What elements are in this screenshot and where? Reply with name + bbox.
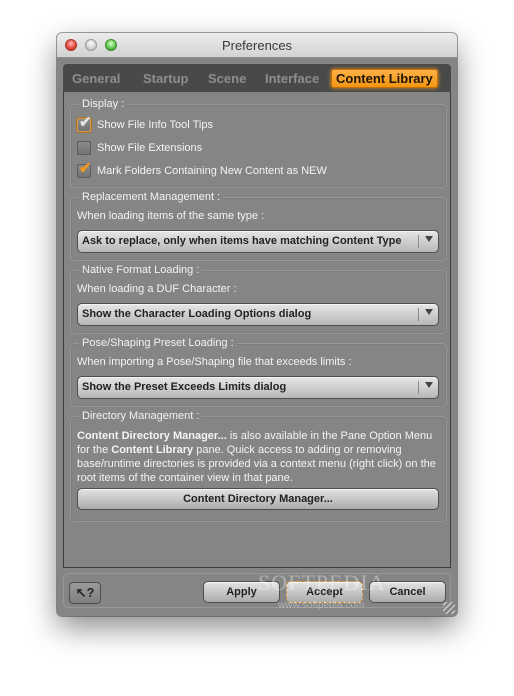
checkbox-label: Mark Folders Containing New Content as N… <box>97 165 327 177</box>
directory-description: Content Directory Manager... is also ava… <box>77 430 436 484</box>
replacement-selected-value: Ask to replace, only when items have mat… <box>82 235 402 247</box>
replacement-prompt: When loading items of the same type : <box>77 210 265 222</box>
combo-divider <box>418 381 419 394</box>
content-directory-manager-button[interactable]: Content Directory Manager... <box>77 488 439 510</box>
tab-scene[interactable]: Scene <box>203 69 251 88</box>
replacement-management-group: Replacement Management : When loading it… <box>70 190 447 261</box>
resize-grip-icon[interactable] <box>443 602 455 614</box>
help-pointer-icon: ↖? <box>75 585 95 600</box>
native-format-selected-value: Show the Character Loading Options dialo… <box>82 308 312 320</box>
chevron-down-icon <box>425 236 433 242</box>
combo-divider <box>418 235 419 248</box>
native-format-group-label: Native Format Loading : <box>79 263 203 277</box>
display-group: Display : ✔ Show File Info Tool Tips Sho… <box>70 97 447 188</box>
chevron-down-icon <box>425 309 433 315</box>
pose-preset-loading-group: Pose/Shaping Preset Loading : When impor… <box>70 336 447 407</box>
replacement-select[interactable]: Ask to replace, only when items have mat… <box>77 230 439 253</box>
show-file-extensions-checkbox[interactable] <box>77 141 91 155</box>
pose-preset-prompt: When importing a Pose/Shaping file that … <box>77 356 352 368</box>
tab-startup[interactable]: Startup <box>138 69 194 88</box>
show-file-extensions-option[interactable]: Show File Extensions <box>77 140 202 156</box>
display-group-label: Display : <box>79 97 128 111</box>
tab-interface[interactable]: Interface <box>260 69 324 88</box>
check-icon: ✔ <box>79 160 92 177</box>
mark-new-folders-checkbox[interactable]: ✔ <box>77 160 92 178</box>
content-library-bold: Content Library <box>111 444 194 456</box>
window-title: Preferences <box>221 38 293 53</box>
show-file-info-tooltips-option[interactable]: ✔ Show File Info Tool Tips <box>77 114 213 133</box>
tab-bar: General Startup Scene Interface Content … <box>63 64 451 92</box>
content-library-panel: Display : ✔ Show File Info Tool Tips Sho… <box>63 92 451 568</box>
combo-divider <box>418 308 419 321</box>
pose-preset-select[interactable]: Show the Preset Exceeds Limits dialog <box>77 376 439 399</box>
cancel-button[interactable]: Cancel <box>369 581 446 603</box>
directory-management-group: Directory Management : Content Directory… <box>70 409 447 522</box>
directory-group-label: Directory Management : <box>79 409 203 423</box>
replacement-group-label: Replacement Management : <box>79 190 224 204</box>
tab-content-library[interactable]: Content Library <box>331 69 438 88</box>
preferences-window: Preferences General Startup Scene Interf… <box>57 33 457 616</box>
directory-manager-bold: Content Directory Manager... <box>77 430 227 442</box>
checkbox-label: Show File Extensions <box>97 142 203 154</box>
whats-this-help-button[interactable]: ↖? <box>69 582 101 604</box>
dialog-footer: ↖? Apply Accept Cancel <box>63 573 451 608</box>
chevron-down-icon <box>425 382 433 388</box>
native-format-select[interactable]: Show the Character Loading Options dialo… <box>77 303 439 326</box>
apply-button[interactable]: Apply <box>203 581 280 603</box>
pose-preset-selected-value: Show the Preset Exceeds Limits dialog <box>82 381 287 393</box>
mark-new-folders-option[interactable]: ✔ Mark Folders Containing New Content as… <box>77 160 327 179</box>
checkbox-label: Show File Info Tool Tips <box>97 119 213 131</box>
pose-preset-group-label: Pose/Shaping Preset Loading : <box>79 336 237 350</box>
native-format-prompt: When loading a DUF Character : <box>77 283 237 295</box>
tab-general[interactable]: General <box>67 69 125 88</box>
check-icon: ✔ <box>79 114 92 131</box>
accept-button[interactable]: Accept <box>286 581 363 603</box>
title-bar[interactable]: Preferences <box>57 33 457 58</box>
native-format-loading-group: Native Format Loading : When loading a D… <box>70 263 447 334</box>
show-file-info-tooltips-checkbox[interactable]: ✔ <box>77 114 92 132</box>
